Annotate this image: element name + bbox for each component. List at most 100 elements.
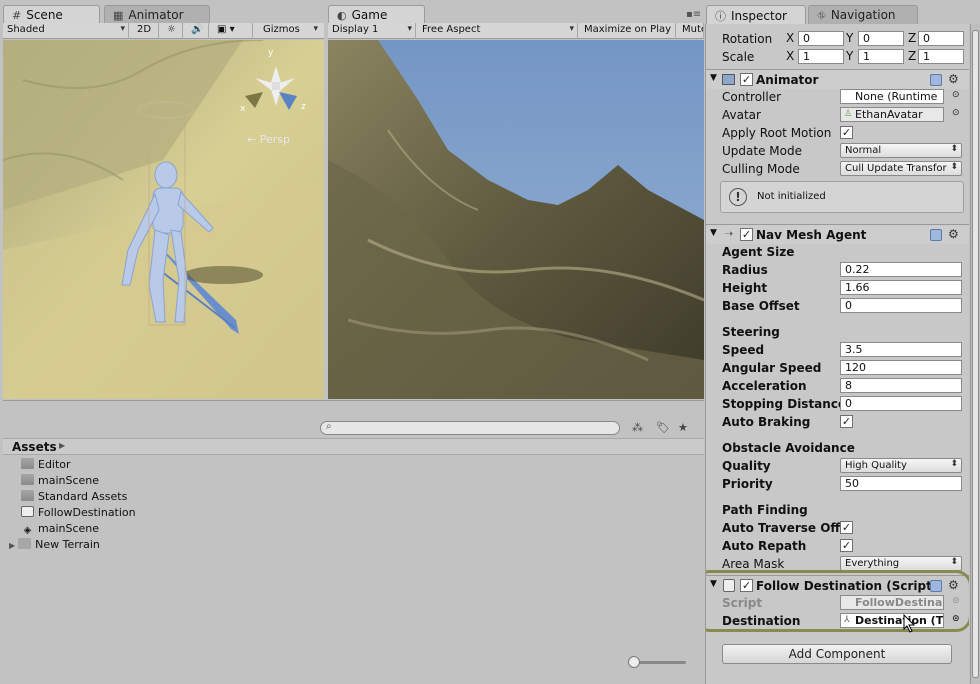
help-book-icon[interactable] xyxy=(930,74,942,86)
auto-braking-checkbox[interactable]: ✓ xyxy=(840,415,853,428)
base-offset-row: Base Offset 0 xyxy=(706,297,969,315)
asset-item-editor[interactable]: Editor xyxy=(21,458,71,474)
speed-field[interactable]: 3.5 xyxy=(840,342,962,357)
terrain-icon xyxy=(18,538,32,549)
zoom-slider-thumb[interactable] xyxy=(628,656,640,668)
stopping-distance-field[interactable]: 0 xyxy=(840,396,962,411)
tab-scene[interactable]: # Scene xyxy=(3,5,100,24)
scene-view[interactable]: y x z ← Persp xyxy=(3,40,324,399)
auto-traverse-checkbox[interactable]: ✓ xyxy=(840,521,853,534)
rotation-x-field[interactable]: 0 xyxy=(798,31,844,46)
asset-item-new-terrain[interactable]: ▶ New Terrain xyxy=(9,538,100,554)
tab-animator[interactable]: ▦ Animator xyxy=(104,5,210,24)
persp-label[interactable]: ← Persp xyxy=(247,133,290,146)
audio-icon[interactable]: 🔊 xyxy=(187,23,209,39)
navmesh-enabled-checkbox[interactable]: ✓ xyxy=(740,228,753,241)
tab-game[interactable]: ◐ Game xyxy=(328,5,425,24)
auto-repath-checkbox[interactable]: ✓ xyxy=(840,539,853,552)
asset-item-followdestination[interactable]: FollowDestination xyxy=(21,506,136,522)
collapse-arrow-icon[interactable]: ▼ xyxy=(710,228,717,238)
folder-icon xyxy=(21,474,34,485)
status-helpbox: ! Not initialized xyxy=(720,181,964,213)
orientation-gizmo[interactable]: y x z xyxy=(240,48,309,118)
mouse-cursor-icon xyxy=(902,613,918,637)
highlight-ring xyxy=(706,570,969,632)
script-icon xyxy=(21,506,34,517)
animator-component-header[interactable]: ▼ ✓ Animator ⚙ xyxy=(706,69,969,89)
priority-field[interactable]: 50 xyxy=(840,476,962,491)
navmesh-agent-icon: ➝ xyxy=(724,227,734,240)
effects-icon[interactable]: ▣ ▾ xyxy=(213,23,253,39)
toggle-2d-button[interactable]: 2D xyxy=(133,23,159,39)
update-mode-dropdown[interactable]: Normal xyxy=(840,143,962,158)
radius-field[interactable]: 0.22 xyxy=(840,262,962,277)
lighting-icon[interactable]: ☼ xyxy=(163,23,183,39)
quality-row: Quality High Quality xyxy=(706,457,969,475)
shading-dropdown[interactable]: Shaded xyxy=(3,23,129,39)
search-input[interactable]: ⌕ xyxy=(320,421,620,435)
asset-item-mainscene-folder[interactable]: mainScene xyxy=(21,474,99,490)
favorite-star-icon[interactable]: ★ xyxy=(678,421,688,434)
filter-label-icon[interactable]: 🏷 xyxy=(656,421,670,434)
controller-row: Controller None (Runtime ⊙ xyxy=(722,89,960,104)
scale-y-field[interactable]: 1 xyxy=(858,49,904,64)
tab-inspector[interactable]: ⓘ Inspector xyxy=(706,5,806,24)
inspector-panel: Rotation X 0 Y 0 Z 0 Scale X 1 Y 1 Z 1 ▼… xyxy=(705,24,969,684)
angular-speed-row: Angular Speed 120 xyxy=(706,359,969,377)
breadcrumb-assets[interactable]: Assets xyxy=(12,440,57,454)
base-offset-field[interactable]: 0 xyxy=(840,298,962,313)
avatar-row: Avatar EthanAvatar ♙ ⊙ xyxy=(722,107,960,122)
auto-traverse-row: Auto Traverse Off ✓ xyxy=(722,521,853,535)
gear-icon[interactable]: ⚙ xyxy=(948,72,959,86)
tab-navigation[interactable]: ⛗ Navigation xyxy=(808,5,918,24)
maximize-on-play-toggle[interactable]: Maximize on Play xyxy=(580,23,676,39)
angular-speed-field[interactable]: 120 xyxy=(840,360,962,375)
scrollbar-thumb[interactable] xyxy=(972,30,979,678)
axis-z-label: z xyxy=(301,102,306,112)
mute-audio-toggle[interactable]: Mute xyxy=(678,23,704,39)
collapse-arrow-icon[interactable]: ▼ xyxy=(710,73,717,83)
panel-menu-icon[interactable]: ▪≡ xyxy=(686,9,701,20)
avatar-field[interactable]: EthanAvatar xyxy=(840,107,944,122)
gear-icon[interactable]: ⚙ xyxy=(948,227,959,241)
scale-z-field[interactable]: 1 xyxy=(918,49,964,64)
height-field[interactable]: 1.66 xyxy=(840,280,962,295)
game-view xyxy=(328,40,704,399)
zoom-slider[interactable] xyxy=(634,661,686,664)
acceleration-field[interactable]: 8 xyxy=(840,378,962,393)
asset-item-standard-assets[interactable]: Standard Assets xyxy=(21,490,127,506)
animator-enabled-checkbox[interactable]: ✓ xyxy=(740,73,753,86)
area-mask-dropdown[interactable]: Everything xyxy=(840,556,962,571)
culling-mode-dropdown[interactable]: Cull Update Transfor xyxy=(840,161,962,176)
game-icon: ◐ xyxy=(337,9,347,22)
help-book-icon[interactable] xyxy=(930,229,942,241)
expand-arrow-icon[interactable]: ▶ xyxy=(9,541,15,550)
culling-mode-row: Culling Mode Cull Update Transfor xyxy=(706,160,969,178)
rotation-row: Rotation X 0 Y 0 Z 0 xyxy=(706,30,969,48)
apply-root-motion-checkbox[interactable]: ✓ xyxy=(840,126,853,139)
gizmos-dropdown[interactable]: Gizmos xyxy=(259,23,321,39)
object-picker-icon[interactable]: ⊙ xyxy=(952,108,960,118)
rotation-z-field[interactable]: 0 xyxy=(918,31,964,46)
asset-item-mainscene[interactable]: ◈ mainScene xyxy=(21,522,99,538)
animator-icon xyxy=(722,74,735,85)
agent-size-heading: Agent Size xyxy=(722,245,795,259)
grid-icon: # xyxy=(12,9,22,22)
navmesh-component-header[interactable]: ▼ ➝ ✓ Nav Mesh Agent ⚙ xyxy=(706,224,969,244)
auto-repath-row: Auto Repath ✓ xyxy=(722,539,853,553)
object-picker-icon[interactable]: ⊙ xyxy=(952,90,960,100)
scene-toolbar: Shaded 2D ☼ 🔊 ▣ ▾ Gizmos xyxy=(3,23,324,39)
height-row: Height 1.66 xyxy=(706,279,969,297)
folder-icon xyxy=(21,458,34,469)
acceleration-row: Acceleration 8 xyxy=(706,377,969,395)
controller-field[interactable]: None (Runtime xyxy=(840,89,944,104)
filter-type-icon[interactable]: ⁂ xyxy=(632,421,643,434)
inspector-scrollbar[interactable] xyxy=(970,24,980,684)
add-component-button[interactable]: Add Component xyxy=(722,644,952,664)
display-dropdown[interactable]: Display 1 xyxy=(328,23,416,39)
path-finding-heading: Path Finding xyxy=(722,503,808,517)
quality-dropdown[interactable]: High Quality xyxy=(840,458,962,473)
rotation-y-field[interactable]: 0 xyxy=(858,31,904,46)
aspect-dropdown[interactable]: Free Aspect xyxy=(418,23,578,39)
scale-x-field[interactable]: 1 xyxy=(798,49,844,64)
